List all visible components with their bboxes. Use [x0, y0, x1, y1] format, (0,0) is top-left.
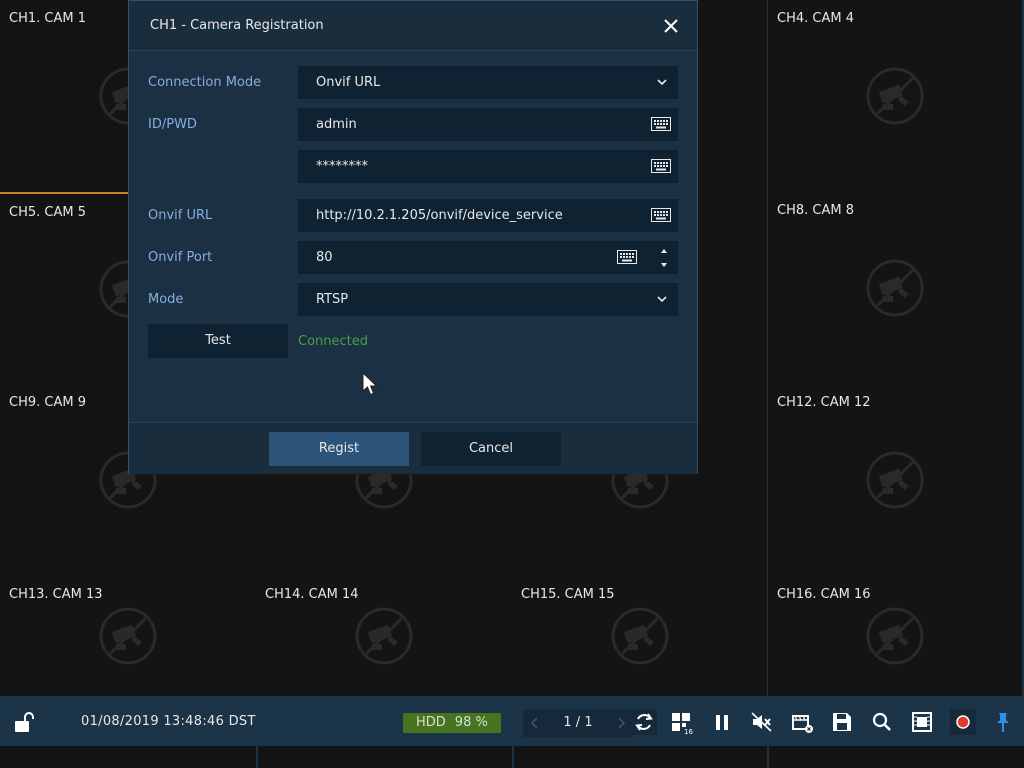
layout-badge: 16 [684, 728, 693, 734]
hdd-value: 98 % [454, 715, 488, 730]
camera-title: CH4. CAM 4 [777, 11, 854, 26]
pin-icon[interactable] [991, 710, 1015, 734]
connection-mode-label: Connection Mode [148, 75, 262, 90]
password-input[interactable]: ******** [298, 150, 678, 183]
connection-mode-value: Onvif URL [316, 75, 381, 90]
chevron-down-icon [657, 296, 667, 303]
spinner-up-icon[interactable] [659, 246, 669, 256]
port-stepper[interactable] [659, 245, 669, 271]
onvif-url-label: Onvif URL [148, 208, 213, 223]
no-camera-icon [354, 606, 414, 666]
camera-title: CH12. CAM 12 [777, 395, 871, 410]
search-icon[interactable] [870, 710, 894, 734]
camera-title: CH9. CAM 9 [9, 395, 86, 410]
camera-cell[interactable]: CH14. CAM 14 [256, 576, 514, 698]
camera-title: CH13. CAM 13 [9, 587, 103, 602]
no-camera-icon [865, 258, 925, 318]
no-camera-icon [865, 606, 925, 666]
mode-select[interactable]: RTSP [298, 283, 678, 316]
dialog-footer: Regist Cancel [129, 422, 697, 474]
mode-value: RTSP [316, 292, 349, 307]
keyboard-icon[interactable] [651, 159, 671, 173]
film-icon[interactable] [910, 710, 934, 734]
pause-icon[interactable] [710, 710, 734, 734]
bottom-toolbar: 01/08/2019 13:48:46 DST HDD 98 % 1 / 1 16 [0, 698, 1024, 746]
camera-cell[interactable]: CH16. CAM 16 [768, 576, 1024, 698]
test-button[interactable]: Test [148, 324, 288, 358]
onvif-url-input[interactable]: http://10.2.1.205/onvif/device_service [298, 199, 678, 232]
regist-button[interactable]: Regist [269, 432, 409, 466]
close-icon[interactable] [661, 16, 681, 36]
mute-icon[interactable] [750, 710, 774, 734]
onvif-url-value: http://10.2.1.205/onvif/device_service [316, 208, 563, 223]
onvif-port-value: 80 [316, 250, 333, 265]
camera-cell[interactable]: CH8. CAM 8 [768, 192, 1024, 386]
camera-cell[interactable]: CH15. CAM 15 [512, 576, 769, 698]
id-value: admin [316, 117, 357, 132]
grid-divider [767, 746, 769, 768]
bottom-grid-strip [0, 746, 1024, 768]
refresh-icon[interactable] [631, 709, 657, 735]
camera-title: CH8. CAM 8 [777, 203, 854, 218]
password-value: ******** [316, 159, 368, 174]
idpwd-label: ID/PWD [148, 117, 197, 132]
record-icon[interactable] [950, 709, 976, 735]
no-camera-icon [610, 606, 670, 666]
save-icon[interactable] [830, 710, 854, 734]
no-camera-icon [98, 606, 158, 666]
camera-cell[interactable]: CH12. CAM 12 [768, 384, 1024, 578]
mode-label: Mode [148, 292, 184, 307]
connection-mode-select[interactable]: Onvif URL [298, 66, 678, 99]
cancel-button[interactable]: Cancel [421, 432, 561, 466]
hdd-status-badge: HDD 98 % [403, 713, 501, 733]
unlock-icon[interactable] [12, 711, 34, 733]
no-camera-icon [865, 66, 925, 126]
dialog-header: CH1 - Camera Registration [129, 1, 697, 51]
mouse-cursor-icon [362, 372, 378, 396]
camera-title: CH16. CAM 16 [777, 587, 871, 602]
dialog-title: CH1 - Camera Registration [150, 18, 324, 33]
chevron-right-icon[interactable] [615, 716, 627, 730]
camera-registration-dialog: CH1 - Camera Registration Connection Mod… [128, 0, 698, 474]
grid-divider [512, 746, 514, 768]
keyboard-icon[interactable] [651, 117, 671, 131]
camera-title: CH1. CAM 1 [9, 11, 86, 26]
layout-grid-icon[interactable]: 16 [670, 710, 694, 734]
camera-cell[interactable]: CH13. CAM 13 [0, 576, 258, 698]
connection-status: Connected [298, 334, 369, 349]
camera-register-icon[interactable] [790, 710, 814, 734]
page-navigator: 1 / 1 [523, 709, 633, 737]
keyboard-icon[interactable] [617, 250, 637, 264]
camera-title: CH5. CAM 5 [9, 205, 86, 220]
camera-title: CH14. CAM 14 [265, 587, 359, 602]
spinner-down-icon[interactable] [659, 260, 669, 270]
datetime-display: 01/08/2019 13:48:46 DST [81, 714, 256, 729]
keyboard-icon[interactable] [651, 208, 671, 222]
onvif-port-input[interactable]: 80 [298, 241, 678, 274]
onvif-port-label: Onvif Port [148, 250, 213, 265]
id-input[interactable]: admin [298, 108, 678, 141]
camera-title: CH15. CAM 15 [521, 587, 615, 602]
camera-cell[interactable]: CH4. CAM 4 [768, 0, 1024, 194]
hdd-label: HDD [416, 715, 446, 730]
chevron-down-icon [657, 79, 667, 86]
no-camera-icon [865, 450, 925, 510]
grid-divider [256, 746, 258, 768]
